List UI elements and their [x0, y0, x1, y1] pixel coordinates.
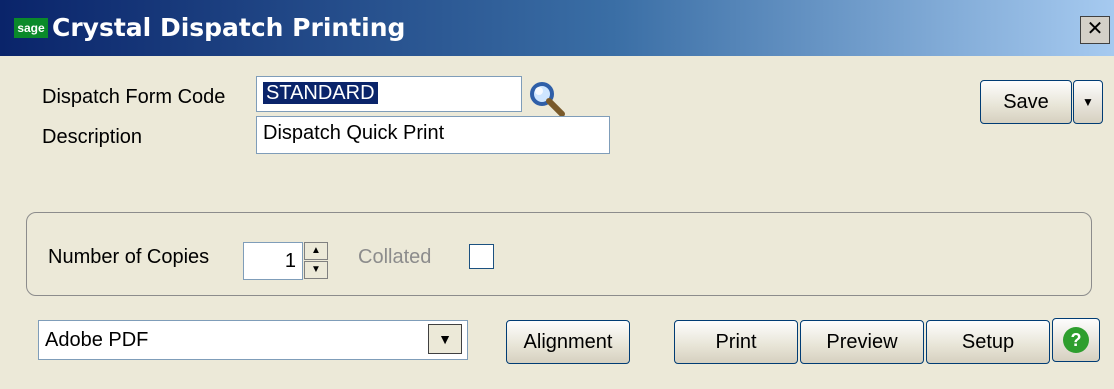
number-of-copies-label: Number of Copies [48, 246, 210, 268]
help-button[interactable]: ? [1052, 318, 1100, 362]
save-dropdown-button[interactable]: ▼ [1073, 80, 1103, 124]
help-icon: ? [1063, 327, 1089, 353]
dispatch-form-code-label: Dispatch Form Code [42, 86, 226, 108]
save-button-label: Save [1003, 91, 1049, 113]
printer-dropdown-arrow[interactable]: ▼ [428, 324, 462, 354]
number-of-copies-input[interactable]: 1 [243, 242, 303, 280]
setup-button-label: Setup [961, 331, 1015, 353]
preview-button[interactable]: Preview [800, 320, 924, 364]
crystal-dispatch-printing-window: sage Crystal Dispatch Printing ✕ Dispatc… [0, 0, 1114, 389]
print-button[interactable]: Print [674, 320, 798, 364]
dispatch-form-code-input[interactable]: STANDARD [256, 76, 522, 112]
magnifier-icon[interactable] [528, 80, 566, 118]
copies-decrement-button[interactable]: ▼ [304, 261, 328, 279]
copies-increment-button[interactable]: ▲ [304, 242, 328, 260]
setup-button[interactable]: Setup [926, 320, 1050, 364]
alignment-button-label: Alignment [523, 331, 613, 353]
close-button[interactable]: ✕ [1080, 16, 1110, 44]
description-input[interactable]: Dispatch Quick Print [256, 116, 610, 154]
window-title: Crystal Dispatch Printing [52, 13, 406, 42]
print-button-label: Print [715, 331, 757, 353]
alignment-button[interactable]: Alignment [506, 320, 630, 364]
save-button[interactable]: Save [980, 80, 1072, 124]
printer-select[interactable]: Adobe PDF [38, 320, 468, 360]
preview-button-label: Preview [826, 331, 898, 353]
collated-checkbox[interactable] [469, 244, 494, 269]
title-bar: sage Crystal Dispatch Printing ✕ [0, 0, 1114, 56]
collated-label: Collated [358, 246, 432, 268]
description-label: Description [42, 126, 143, 148]
sage-logo: sage [14, 18, 48, 38]
dispatch-form-code-value: STANDARD [263, 82, 378, 104]
